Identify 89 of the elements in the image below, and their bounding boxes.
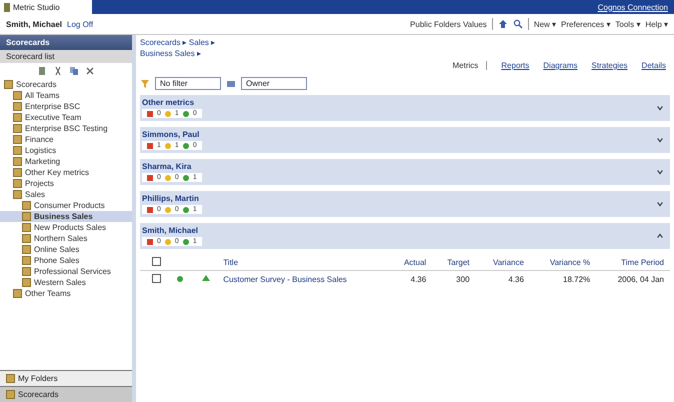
cognos-connection-link[interactable]: Cognos Connection — [598, 2, 674, 12]
column-header[interactable]: Variance — [476, 255, 530, 270]
tree-item[interactable]: All Teams — [0, 90, 132, 101]
status-icon — [147, 238, 153, 244]
status-icon — [182, 110, 189, 116]
tree-item[interactable]: Business Sales — [0, 211, 132, 222]
chevron-icon[interactable] — [656, 232, 664, 240]
status-icon — [182, 174, 189, 180]
group-name: Phillips, Martin — [142, 194, 200, 203]
row-checkbox[interactable] — [152, 274, 161, 282]
log-off-link[interactable]: Log Off — [67, 20, 94, 28]
group-name: Smith, Michael — [142, 226, 200, 235]
column-header[interactable]: Actual — [388, 255, 432, 270]
select-all-checkbox[interactable] — [152, 257, 161, 266]
tree-item[interactable]: Sales — [0, 189, 132, 200]
tree-item[interactable]: Western Sales — [0, 277, 132, 288]
tree-item[interactable]: Consumer Products — [0, 200, 132, 211]
status-icon — [164, 238, 171, 244]
tree-item[interactable]: Logistics — [0, 145, 132, 156]
tree-item[interactable]: Marketing — [0, 156, 132, 167]
tree-item[interactable]: Northern Sales — [0, 233, 132, 244]
menu-button[interactable]: Tools ▾ — [615, 20, 640, 28]
menu-button[interactable]: Preferences ▾ — [561, 20, 610, 28]
status-icon — [177, 276, 184, 282]
group-name: Sharma, Kira — [142, 162, 192, 171]
view-tab[interactable]: Reports — [501, 61, 530, 70]
status-icon — [147, 110, 153, 116]
filter-dropdown[interactable]: No filter — [155, 77, 221, 90]
delete-icon[interactable] — [85, 66, 95, 76]
view-tab[interactable]: Strategies — [592, 61, 628, 70]
table-cell: 2006, 04 Jan — [596, 270, 670, 287]
search-icon[interactable] — [512, 19, 523, 29]
app-tab[interactable]: Metric Studio — [0, 0, 92, 14]
breadcrumb-link[interactable]: Business Sales ▸ — [140, 49, 670, 58]
tree-item[interactable]: Other Key metrics — [0, 167, 132, 178]
column-header[interactable]: Variance % — [530, 255, 596, 270]
table-cell: Customer Survey - Business Sales — [217, 270, 389, 287]
status-icon — [164, 110, 171, 116]
tree-item[interactable]: Professional Services — [0, 266, 132, 277]
view-tab[interactable]: Details — [642, 61, 666, 70]
sidebar-section[interactable]: Scorecards — [0, 386, 132, 402]
tree-item[interactable]: Scorecards — [0, 79, 132, 90]
filter-icon — [140, 78, 150, 88]
sidebar-header[interactable]: Scorecards — [0, 35, 132, 50]
status-icon — [147, 174, 153, 180]
tree-item[interactable]: Other Teams — [0, 288, 132, 299]
view-tab[interactable]: Metrics — [452, 61, 488, 70]
column-header[interactable]: Title — [217, 255, 389, 270]
group-dropdown[interactable]: Owner — [241, 77, 307, 90]
table-cell: 18.72% — [530, 270, 596, 287]
tree-item[interactable]: Finance — [0, 134, 132, 145]
trend-icon — [201, 273, 212, 283]
status-icon — [182, 206, 189, 212]
chevron-icon[interactable] — [656, 200, 664, 208]
chevron-icon[interactable] — [656, 104, 664, 112]
sidebar-subheader: Scorecard list — [0, 50, 132, 63]
table-cell: 300 — [432, 270, 476, 287]
tree-item[interactable]: Online Sales — [0, 244, 132, 255]
chevron-icon[interactable] — [656, 136, 664, 144]
status-icon — [164, 206, 171, 212]
status-icon — [147, 142, 153, 148]
status-icon — [164, 174, 171, 180]
tree-item[interactable]: Executive Team — [0, 112, 132, 123]
column-header[interactable]: Target — [432, 255, 476, 270]
status-icon — [164, 142, 171, 148]
table-cell: 4.36 — [388, 270, 432, 287]
status-icon — [182, 142, 189, 148]
sidebar-section[interactable]: My Folders — [0, 370, 132, 386]
tree-item[interactable]: Enterprise BSC Testing — [0, 123, 132, 134]
chevron-icon[interactable] — [656, 168, 664, 176]
group-name: Simmons, Paul — [142, 130, 200, 139]
breadcrumb-link[interactable]: Scorecards ▸ Sales ▸ — [140, 38, 670, 47]
status-icon — [147, 206, 153, 212]
folder-selector[interactable]: Public Folders Values — [410, 20, 487, 28]
group-name: Other metrics — [142, 98, 196, 107]
tree-item[interactable]: Projects — [0, 178, 132, 189]
table-cell: 4.36 — [476, 270, 530, 287]
column-header[interactable]: Time Period — [596, 255, 670, 270]
tree-item[interactable]: Enterprise BSC — [0, 101, 132, 112]
menu-button[interactable]: New ▾ — [534, 20, 556, 28]
user-name: Smith, Michael — [6, 20, 62, 28]
tree-item[interactable]: Phone Sales — [0, 255, 132, 266]
home-icon[interactable] — [498, 19, 508, 29]
view-tab[interactable]: Diagrams — [543, 61, 578, 70]
menu-button[interactable]: Help ▾ — [645, 20, 668, 28]
app-icon — [4, 2, 10, 12]
tree-item[interactable]: New Products Sales — [0, 222, 132, 233]
status-icon — [182, 238, 189, 244]
copy-icon[interactable] — [69, 66, 79, 76]
